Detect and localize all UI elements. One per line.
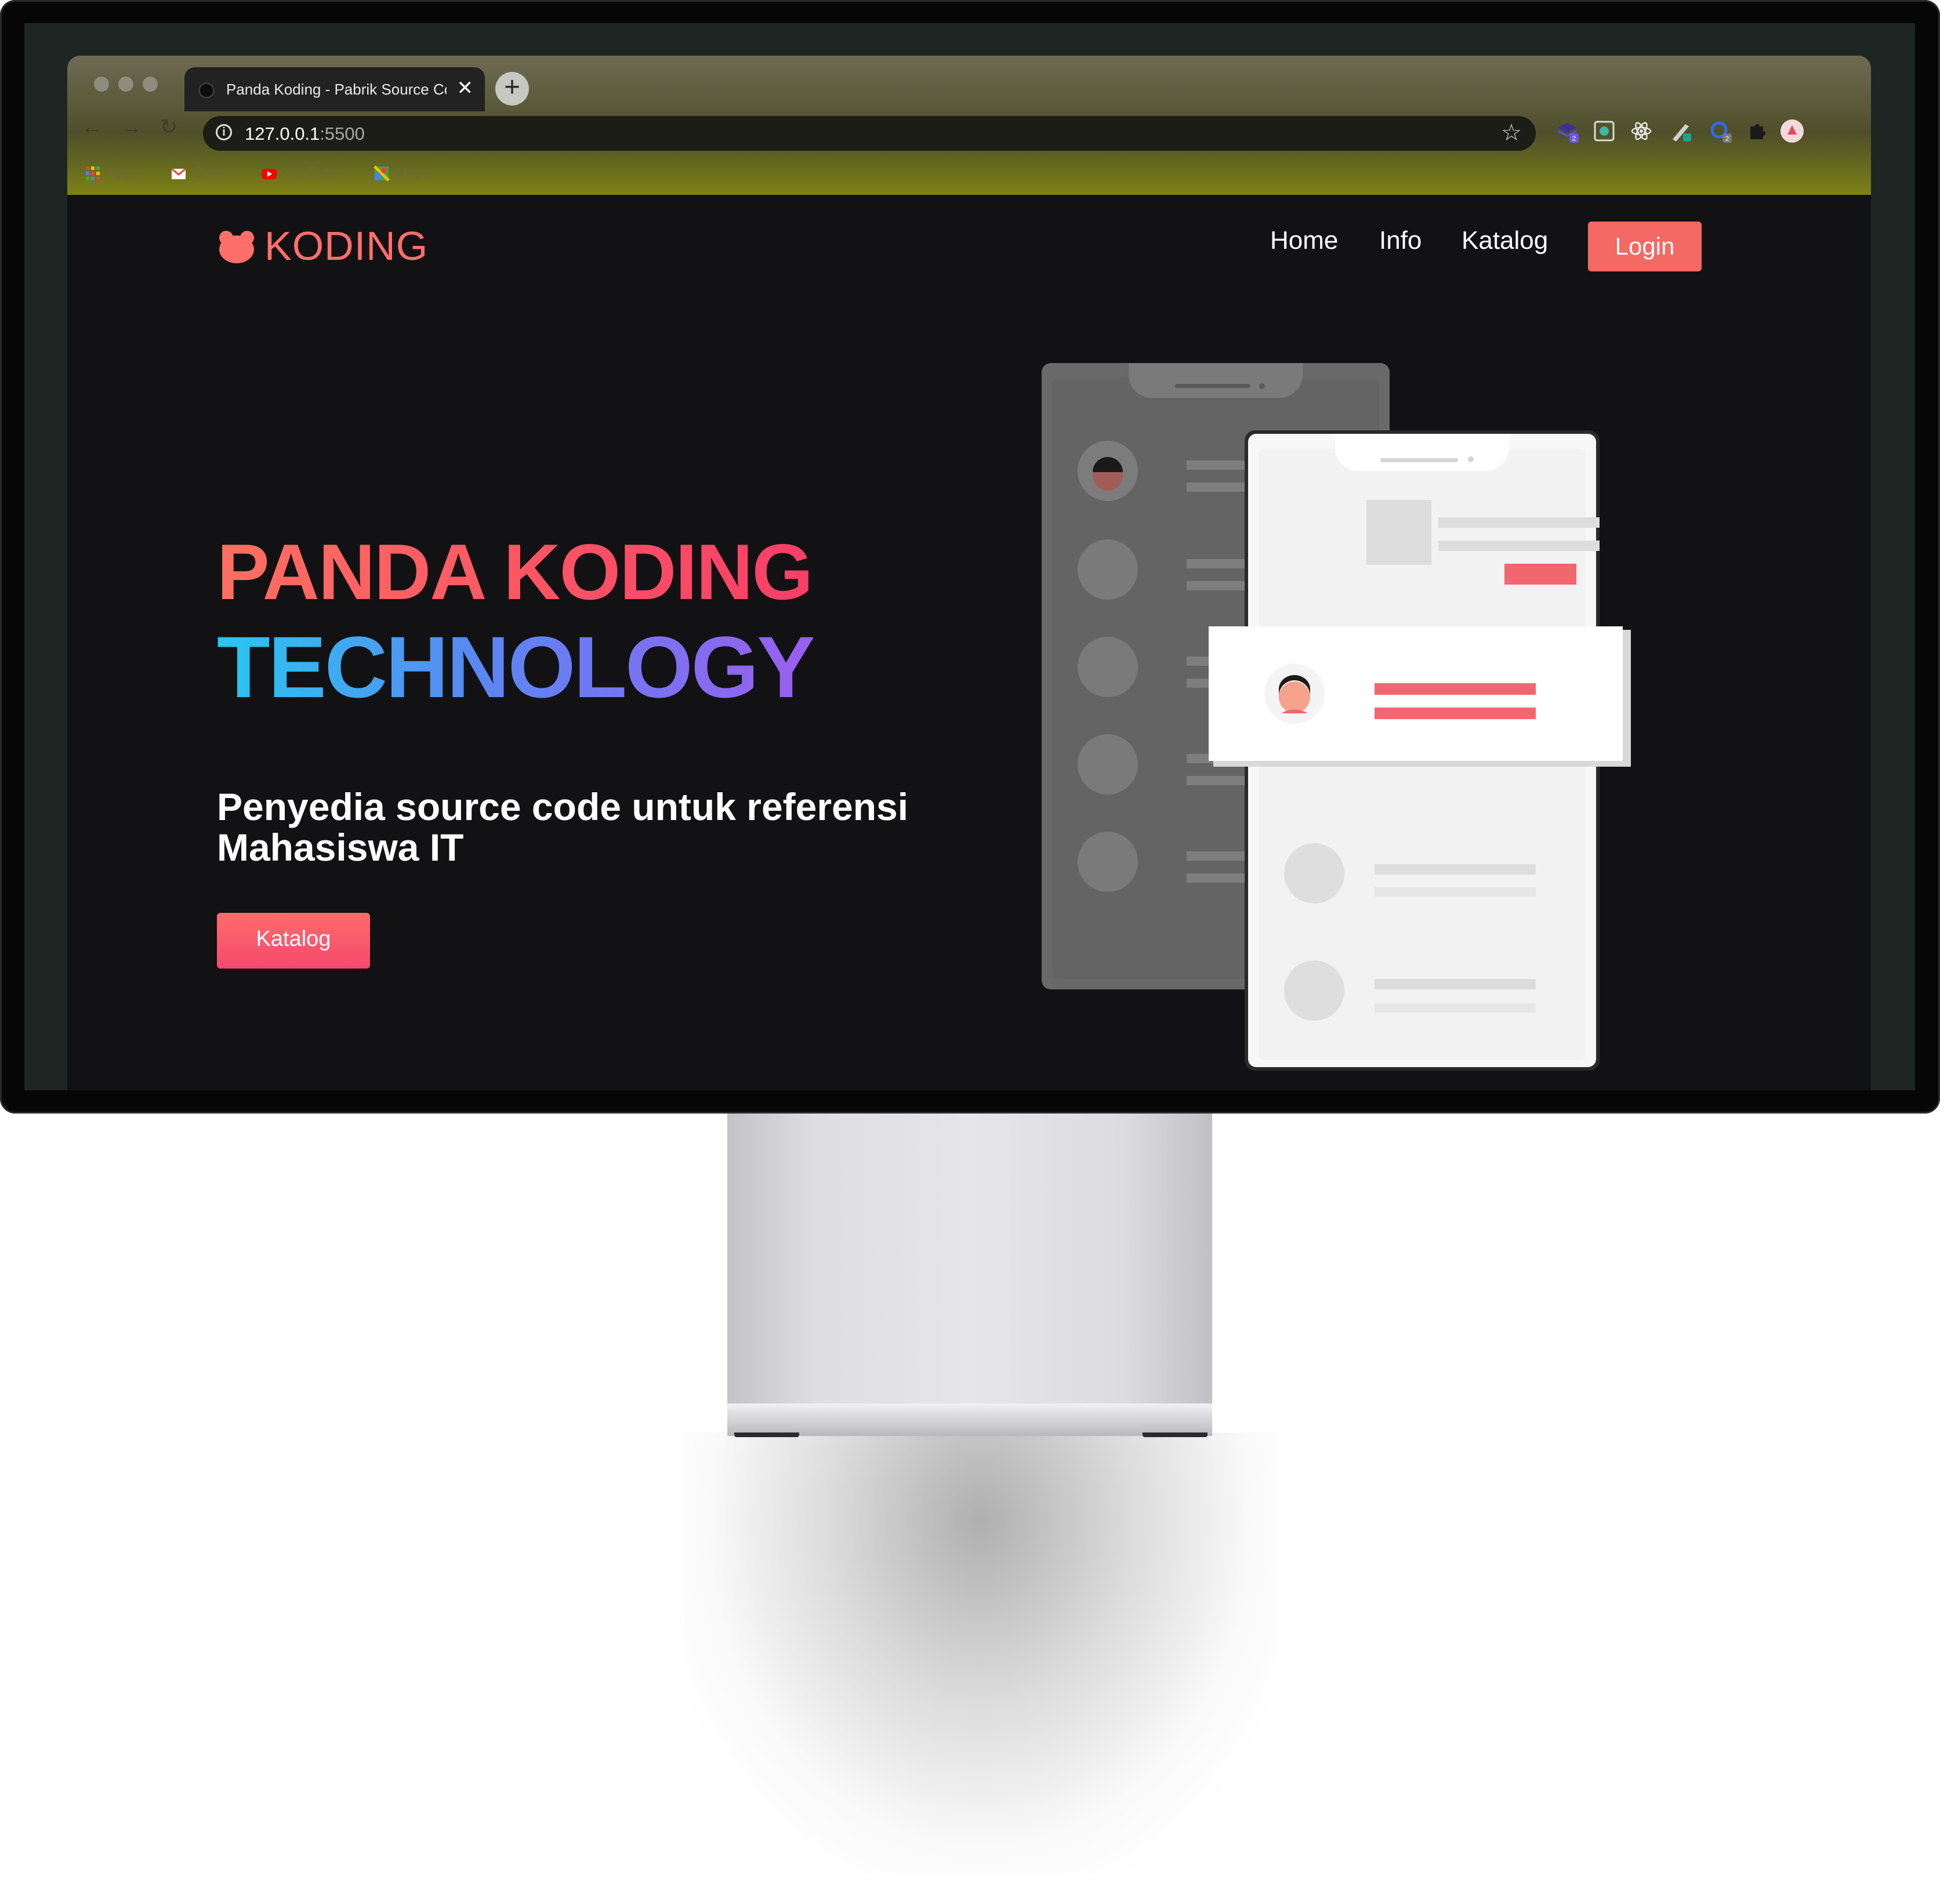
react-devtools-icon[interactable] — [1629, 118, 1654, 144]
browser-tab-active[interactable]: Panda Koding - Pabrik Source Code ✕ — [184, 67, 485, 111]
stand-shadow — [684, 1432, 1276, 1873]
login-button[interactable]: Login — [1588, 222, 1702, 271]
tab-title: Panda Koding - Pabrik Source Code — [226, 81, 447, 98]
hero-subtitle: Penyedia source code untuk referensi Mah… — [217, 785, 909, 869]
stand-foot-right — [1143, 1432, 1207, 1437]
extension-camera-icon[interactable] — [1591, 118, 1617, 144]
hero-title-line1: PANDA KODING — [217, 528, 813, 616]
forward-arrow-icon[interactable]: → — [121, 115, 142, 139]
stand-foot-left — [734, 1432, 799, 1437]
panda-favicon-icon — [198, 82, 215, 99]
apps-grid-icon — [86, 166, 100, 180]
reload-icon[interactable]: ↻ — [160, 115, 177, 139]
bookmark-maps[interactable]: Maps — [374, 165, 431, 182]
svg-text:2: 2 — [1572, 135, 1576, 143]
front-phone-graphic — [1209, 430, 1631, 1071]
hero-katalog-button[interactable]: Katalog — [217, 913, 370, 969]
monitor-stand-neck — [727, 1114, 1212, 1409]
bookmark-youtube[interactable]: YouTube — [261, 165, 340, 182]
site-logo[interactable]: KODING — [218, 223, 428, 269]
hero-title-line2: TECHNOLOGY — [217, 617, 815, 717]
monitor-frame: Panda Koding - Pabrik Source Code ✕ + ← … — [0, 0, 1940, 1114]
bookmark-gmail[interactable]: Gmail — [171, 165, 230, 182]
extension-refresh-icon[interactable]: 2 — [1707, 118, 1733, 144]
youtube-icon — [262, 168, 277, 179]
window-minimize-dot[interactable] — [118, 77, 133, 92]
nav-katalog-link[interactable]: Katalog — [1462, 226, 1548, 255]
browser-toolbar: Panda Koding - Pabrik Source Code ✕ + ← … — [67, 56, 1871, 195]
gmail-icon — [171, 168, 186, 179]
tab-close-icon[interactable]: ✕ — [457, 77, 474, 100]
new-tab-button[interactable]: + — [495, 72, 529, 106]
extension-stack-icon[interactable]: 2 — [1554, 118, 1580, 144]
web-page: KODING Home Info Katalog Login PANDA KOD… — [67, 195, 1871, 1090]
window-zoom-dot[interactable] — [143, 77, 158, 92]
nav-home-link[interactable]: Home — [1270, 226, 1338, 255]
nav-info-link[interactable]: Info — [1379, 226, 1422, 255]
extensions-puzzle-icon[interactable] — [1745, 118, 1770, 144]
panda-logo-icon — [219, 231, 254, 263]
bookmark-apps[interactable]: Apps — [85, 165, 140, 182]
logo-text: KODING — [264, 223, 429, 269]
browser-window: Panda Koding - Pabrik Source Code ✕ + ← … — [67, 56, 1871, 1090]
back-arrow-icon[interactable]: ← — [81, 115, 102, 139]
window-close-dot[interactable] — [94, 77, 109, 92]
maps-icon — [374, 165, 390, 182]
svg-text:2: 2 — [1725, 135, 1729, 143]
monitor-stand-base — [727, 1403, 1212, 1436]
address-url: 127.0.0.1:5500 — [245, 124, 365, 144]
profile-avatar[interactable] — [1779, 118, 1805, 144]
phones-illustration — [1042, 363, 1631, 1071]
extension-pen-icon[interactable] — [1668, 118, 1694, 144]
monitor-screen: Panda Koding - Pabrik Source Code ✕ + ← … — [24, 23, 1915, 1090]
address-bar[interactable]: i 127.0.0.1:5500 ☆ — [203, 116, 1536, 151]
bookmark-star-icon[interactable]: ☆ — [1501, 119, 1522, 146]
site-info-icon[interactable]: i — [216, 124, 232, 140]
